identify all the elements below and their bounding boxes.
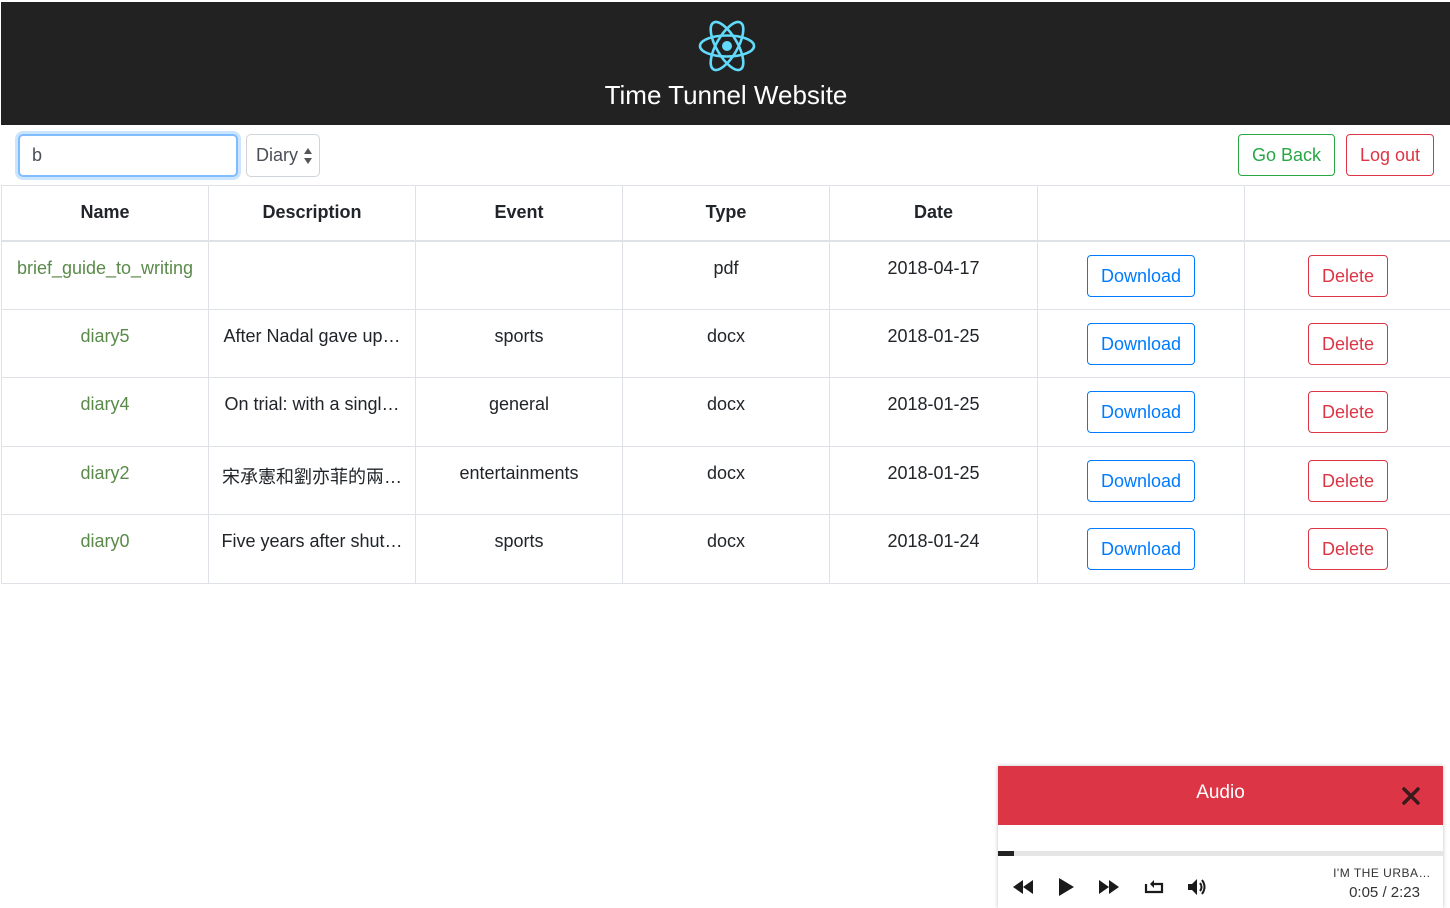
category-select-value: Diary xyxy=(256,145,299,165)
column-header-delete xyxy=(1244,185,1450,242)
delete-cell: Delete xyxy=(1244,308,1450,378)
download-cell: Download xyxy=(1037,445,1245,515)
audio-player-header: Audio xyxy=(998,766,1443,825)
logout-button[interactable]: Log out xyxy=(1346,134,1434,176)
file-description xyxy=(208,240,416,310)
file-name-link[interactable]: brief_guide_to_writing xyxy=(1,240,209,310)
file-description: 宋承憲和劉亦菲的兩… xyxy=(208,445,416,515)
file-name-link[interactable]: diary0 xyxy=(1,514,209,584)
table-header-row: Name Description Event Type Date xyxy=(1,185,1450,242)
download-cell: Download xyxy=(1037,514,1245,584)
table-row: diary4 On trial: with a singl… general d… xyxy=(1,377,1450,447)
site-header: Time Tunnel Website xyxy=(0,0,1450,125)
delete-button[interactable]: Delete xyxy=(1308,528,1388,570)
file-event: sports xyxy=(415,308,623,378)
site-title: Time Tunnel Website xyxy=(604,80,848,110)
time-display: 0:05 / 2:23 xyxy=(1349,884,1420,901)
select-arrows-icon xyxy=(304,148,312,164)
file-name-link[interactable]: diary5 xyxy=(1,308,209,378)
delete-button[interactable]: Delete xyxy=(1308,391,1388,433)
column-header-event: Event xyxy=(415,185,623,242)
download-button[interactable]: Download xyxy=(1087,322,1195,365)
download-cell: Download xyxy=(1037,240,1245,310)
file-date: 2018-01-25 xyxy=(829,377,1038,447)
file-event: general xyxy=(415,377,623,447)
table-row: diary2 宋承憲和劉亦菲的兩… entertainments docx 20… xyxy=(1,445,1450,515)
table-row: brief_guide_to_writing pdf 2018-04-17 Do… xyxy=(1,240,1450,310)
file-date: 2018-01-25 xyxy=(829,445,1038,515)
file-type: pdf xyxy=(622,240,830,310)
rewind-icon[interactable] xyxy=(1011,877,1035,897)
file-date: 2018-01-25 xyxy=(829,308,1038,378)
delete-button[interactable]: Delete xyxy=(1308,322,1388,365)
file-date: 2018-04-17 xyxy=(829,240,1038,310)
repeat-icon[interactable] xyxy=(1142,877,1166,897)
file-type: docx xyxy=(622,308,830,378)
download-button[interactable]: Download xyxy=(1087,528,1195,570)
current-time: 0:05 xyxy=(1349,884,1379,901)
duration: 2:23 xyxy=(1390,884,1420,901)
time-separator: / xyxy=(1382,884,1387,901)
column-header-download xyxy=(1037,185,1245,242)
file-event: entertainments xyxy=(415,445,623,515)
file-event xyxy=(415,240,623,310)
file-description: Five years after shut… xyxy=(208,514,416,584)
fast-forward-icon[interactable] xyxy=(1097,877,1121,897)
play-icon[interactable] xyxy=(1054,877,1078,897)
file-type: docx xyxy=(622,377,830,447)
delete-cell: Delete xyxy=(1244,377,1450,447)
audio-progress-fill xyxy=(998,851,1014,856)
files-table: Name Description Event Type Date brief_g… xyxy=(1,185,1450,584)
delete-button[interactable]: Delete xyxy=(1308,459,1388,502)
table-row: diary0 Five years after shut… sports doc… xyxy=(1,514,1450,584)
category-select[interactable]: Diary xyxy=(246,134,320,177)
file-type: docx xyxy=(622,445,830,515)
download-button[interactable]: Download xyxy=(1087,254,1195,297)
file-name-link[interactable]: diary4 xyxy=(1,377,209,447)
audio-player: Audio I'M THE URBA… 0:05 / 2:23 xyxy=(998,766,1443,908)
delete-cell: Delete xyxy=(1244,514,1450,584)
delete-cell: Delete xyxy=(1244,240,1450,310)
download-cell: Download xyxy=(1037,308,1245,378)
file-description: After Nadal gave up… xyxy=(208,308,416,378)
download-button[interactable]: Download xyxy=(1087,459,1195,502)
react-atom-icon xyxy=(698,20,756,72)
close-icon[interactable] xyxy=(1401,786,1421,806)
audio-player-title: Audio xyxy=(1196,782,1245,803)
file-name-link[interactable]: diary2 xyxy=(1,445,209,515)
table-row: diary5 After Nadal gave up… sports docx … xyxy=(1,308,1450,378)
delete-button[interactable]: Delete xyxy=(1308,254,1388,297)
download-button[interactable]: Download xyxy=(1087,391,1195,433)
column-header-name: Name xyxy=(1,185,209,242)
audio-progress-bar[interactable] xyxy=(998,851,1443,856)
delete-cell: Delete xyxy=(1244,445,1450,515)
download-cell: Download xyxy=(1037,377,1245,447)
file-description: On trial: with a singl… xyxy=(208,377,416,447)
volume-icon[interactable] xyxy=(1186,877,1210,897)
column-header-type: Type xyxy=(622,185,830,242)
file-type: docx xyxy=(622,514,830,584)
column-header-date: Date xyxy=(829,185,1038,242)
search-input[interactable] xyxy=(18,134,238,177)
go-back-button[interactable]: Go Back xyxy=(1238,134,1335,176)
file-event: sports xyxy=(415,514,623,584)
track-title: I'M THE URBA… xyxy=(1333,866,1431,880)
column-header-description: Description xyxy=(208,185,416,242)
toolbar: Diary Go Back Log out xyxy=(0,125,1450,186)
file-date: 2018-01-24 xyxy=(829,514,1038,584)
